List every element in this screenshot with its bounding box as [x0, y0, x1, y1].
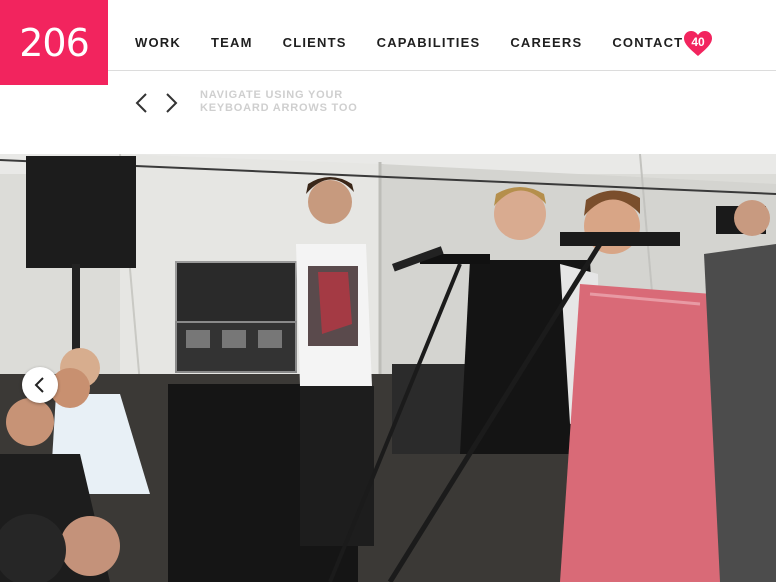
- nav-item-contact[interactable]: CONTACT: [612, 35, 683, 51]
- gallery-prev-button[interactable]: [134, 92, 150, 114]
- chevron-left-icon: [135, 93, 147, 113]
- favorites-button[interactable]: 40: [683, 30, 713, 57]
- logo-206[interactable]: 206: [0, 0, 108, 85]
- nav-item-team[interactable]: TEAM: [211, 35, 253, 51]
- nav-item-work[interactable]: WORK: [135, 35, 181, 51]
- keyboard-hint: NAVIGATE USING YOUR KEYBOARD ARROWS TOO: [200, 89, 400, 115]
- gallery-next-button[interactable]: [163, 92, 179, 114]
- header-divider: [108, 70, 776, 71]
- chevron-left-icon: [34, 377, 44, 393]
- nav-item-careers[interactable]: CAREERS: [510, 35, 582, 51]
- slide-prev-button[interactable]: [22, 367, 58, 403]
- chevron-right-icon: [166, 93, 178, 113]
- nav-item-clients[interactable]: CLIENTS: [283, 35, 347, 51]
- keyboard-hint-line1: NAVIGATE USING YOUR: [200, 89, 343, 101]
- main-nav: WORK TEAM CLIENTS CAPABILITIES CAREERS C…: [135, 35, 683, 51]
- nav-item-capabilities[interactable]: CAPABILITIES: [377, 35, 481, 51]
- gallery-photo: [0, 154, 776, 582]
- favorites-count: 40: [691, 35, 705, 49]
- keyboard-hint-line2: KEYBOARD ARROWS TOO: [200, 102, 358, 114]
- photo-illustration: [0, 154, 776, 582]
